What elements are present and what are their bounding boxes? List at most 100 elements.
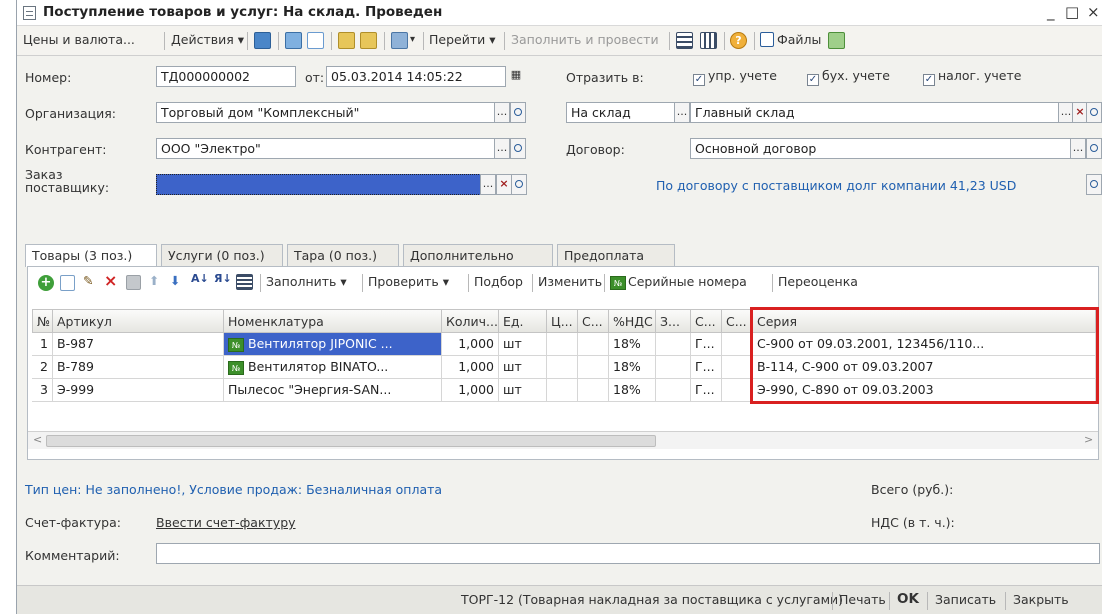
table-cell-subaccount[interactable] — [722, 356, 753, 379]
price-type-link[interactable]: Тип цен: Не заполнено!, Условие продаж: … — [25, 482, 442, 497]
organization-field[interactable]: Торговый дом "Комплексный" — [156, 102, 496, 123]
serial-numbers-button[interactable]: Серийные номера — [628, 274, 747, 289]
fill-and-post-button[interactable]: Заполнить и провести — [511, 32, 659, 47]
table-cell-quantity[interactable]: 1,000 — [442, 356, 499, 379]
table-cell-account[interactable]: Г... — [691, 333, 722, 356]
table-cell-sum[interactable] — [578, 356, 609, 379]
column-header-nomenclature[interactable]: Номенклатура — [224, 309, 442, 333]
delete-row-icon[interactable]: × — [104, 271, 117, 290]
horizontal-scrollbar[interactable]: < > — [28, 431, 1098, 449]
chevron-down-icon[interactable]: ▾ — [410, 34, 415, 45]
ok-button[interactable]: OK — [897, 591, 919, 607]
copy-row-icon[interactable] — [60, 275, 75, 291]
search-icon[interactable] — [511, 174, 527, 195]
table-cell-article[interactable]: В-789 — [53, 356, 224, 379]
search-icon[interactable] — [1086, 138, 1102, 159]
column-header-vat[interactable]: %НДС — [609, 309, 656, 333]
table-cell-z[interactable] — [656, 379, 691, 402]
revalue-button[interactable]: Переоценка — [778, 274, 858, 289]
column-header-unit[interactable]: Ед. — [499, 309, 547, 333]
table-cell-unit[interactable]: шт — [499, 333, 547, 356]
close-window-button[interactable]: × — [1087, 3, 1100, 21]
table-cell-vat[interactable]: 18% — [609, 356, 656, 379]
comment-field[interactable] — [156, 543, 1100, 564]
tab-services[interactable]: Услуги (0 поз.) — [161, 244, 283, 266]
search-icon[interactable] — [510, 102, 526, 123]
book-accounting-checkbox[interactable]: ✓ бух. учете — [807, 68, 890, 86]
table-cell-nomenclature[interactable]: Пылесос "Энергия-SAN... — [224, 379, 442, 402]
column-header-price[interactable]: Ц... — [547, 309, 578, 333]
select-button[interactable]: Подбор — [474, 274, 523, 289]
files-icon[interactable] — [760, 32, 774, 47]
supplier-order-select-button[interactable]: ... — [480, 174, 496, 195]
table-cell-price[interactable] — [547, 379, 578, 402]
table-cell-unit[interactable]: шт — [499, 356, 547, 379]
search-icon[interactable] — [1086, 102, 1102, 123]
minimize-button[interactable]: _ — [1047, 3, 1055, 21]
exchange-icon[interactable] — [828, 32, 845, 49]
post-icon[interactable] — [285, 32, 302, 49]
save-doc-icon[interactable] — [254, 32, 271, 49]
table-cell-article[interactable]: Э-999 — [53, 379, 224, 402]
clear-icon[interactable]: × — [496, 174, 512, 195]
table-cell-quantity[interactable]: 1,000 — [442, 333, 499, 356]
search-icon[interactable] — [510, 138, 526, 159]
help-icon[interactable]: ? — [730, 32, 747, 49]
move-down-icon[interactable]: ⬇ — [170, 273, 180, 288]
close-button[interactable]: Закрыть — [1013, 592, 1069, 607]
table-cell-article[interactable]: В-987 — [53, 333, 224, 356]
tax-accounting-checkbox[interactable]: ✓ налог. учете — [923, 68, 1021, 86]
movements-icon[interactable] — [360, 32, 377, 49]
sort-asc-icon[interactable]: A↓ — [191, 272, 209, 285]
actions-menu[interactable]: Действия ▾ — [171, 32, 244, 47]
tab-additional[interactable]: Дополнительно — [403, 244, 553, 266]
maximize-button[interactable]: □ — [1065, 3, 1079, 21]
tab-containers[interactable]: Тара (0 поз.) — [287, 244, 399, 266]
change-button[interactable]: Изменить — [538, 274, 602, 289]
table-cell-price[interactable] — [547, 333, 578, 356]
table-cell-nomenclature[interactable]: № Вентилятор BINATO... — [224, 356, 442, 379]
column-header-sum[interactable]: С... — [578, 309, 609, 333]
scroll-left-icon[interactable]: < — [33, 433, 42, 446]
column-header-quantity[interactable]: Колич... — [442, 309, 499, 333]
tab-prepayment[interactable]: Предоплата — [557, 244, 675, 266]
table-cell-nomenclature[interactable]: № Вентилятор JIPONIC ... — [224, 333, 442, 356]
torg12-print-button[interactable]: ТОРГ-12 (Товарная накладная за поставщик… — [461, 592, 843, 607]
destination-type-field[interactable]: На склад — [566, 102, 676, 123]
table-cell-price[interactable] — [547, 356, 578, 379]
files-button[interactable]: Файлы — [777, 32, 821, 47]
go-menu[interactable]: Перейти ▾ — [429, 32, 496, 47]
add-row-icon[interactable]: + — [38, 275, 54, 291]
search-icon[interactable] — [1086, 174, 1102, 195]
debt-info-link[interactable]: По договору с поставщиком долг компании … — [656, 178, 1016, 193]
contract-select-button[interactable]: ... — [1070, 138, 1086, 159]
structure-icon[interactable] — [338, 32, 355, 49]
date-field[interactable]: 05.03.2014 14:05:22 — [326, 66, 506, 87]
table-cell-unit[interactable]: шт — [499, 379, 547, 402]
table-cell-vat[interactable]: 18% — [609, 333, 656, 356]
organization-select-button[interactable]: ... — [494, 102, 510, 123]
counterparty-select-button[interactable]: ... — [494, 138, 510, 159]
counterparty-field[interactable]: ООО "Электро" — [156, 138, 496, 159]
move-up-icon[interactable]: ⬆ — [149, 273, 159, 288]
copy-icon[interactable] — [307, 32, 324, 49]
table-cell-z[interactable] — [656, 356, 691, 379]
table-cell-subaccount[interactable] — [722, 379, 753, 402]
tab-goods[interactable]: Товары (3 поз.) — [25, 244, 157, 267]
table-cell-z[interactable] — [656, 333, 691, 356]
column-header-account[interactable]: С... — [691, 309, 722, 333]
list-icon[interactable] — [676, 32, 693, 49]
table-row-number[interactable]: 3 — [32, 379, 53, 402]
column-header-z[interactable]: З... — [656, 309, 691, 333]
columns-icon[interactable] — [700, 32, 717, 49]
check-menu[interactable]: Проверить ▾ — [368, 274, 449, 289]
fill-menu[interactable]: Заполнить ▾ — [266, 274, 347, 289]
prices-currency-button[interactable]: Цены и валюта... — [23, 32, 135, 47]
print-button[interactable]: Печать — [839, 592, 886, 607]
scrollbar-thumb[interactable] — [46, 435, 656, 447]
column-header-subaccount[interactable]: С... — [722, 309, 753, 333]
table-cell-sum[interactable] — [578, 379, 609, 402]
table-row-number[interactable]: 2 — [32, 356, 53, 379]
contract-field[interactable]: Основной договор — [690, 138, 1072, 159]
number-field[interactable]: ТД000000002 — [156, 66, 296, 87]
